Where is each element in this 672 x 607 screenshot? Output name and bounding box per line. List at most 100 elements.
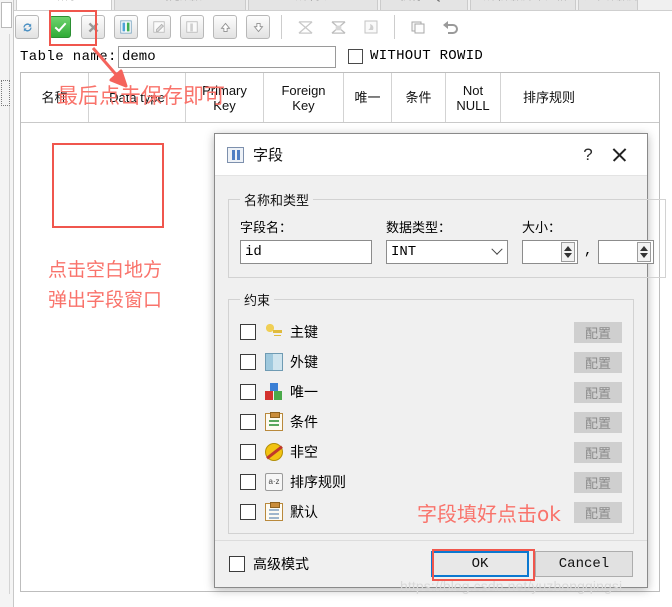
- toolbar-separator-2: [394, 15, 395, 39]
- tab-edit-cell-label: 编辑数据库单元格: [479, 0, 567, 2]
- dock-divider: [9, 34, 10, 594]
- move-down-icon[interactable]: [246, 15, 270, 39]
- not-null-label: 非空: [290, 444, 318, 460]
- default-clipboard-icon: [265, 502, 283, 521]
- size-value1-arrows[interactable]: [561, 242, 575, 262]
- dialog-title-bar: 字段 ?: [215, 134, 647, 176]
- size-value1-stepper[interactable]: [522, 240, 578, 264]
- without-rowid-group[interactable]: WITHOUT ROWID: [348, 48, 483, 64]
- remove-field-icon[interactable]: [180, 15, 204, 39]
- check-configure-button[interactable]: 配置: [574, 411, 622, 433]
- column-header-collation[interactable]: 排序规则: [501, 73, 597, 122]
- column-header-foreign-key[interactable]: Foreign Key: [264, 73, 344, 122]
- data-type-label: 数据类型：: [386, 220, 452, 235]
- collation-checkbox[interactable]: [240, 474, 256, 490]
- collation-az-icon: a·z: [265, 473, 283, 491]
- column-header-unique[interactable]: 唯一: [344, 73, 392, 122]
- tab-structure[interactable]: 结构: [16, 0, 112, 10]
- advanced-mode-checkbox[interactable]: [229, 556, 245, 572]
- foreign-key-checkbox[interactable]: [240, 354, 256, 370]
- close-icon[interactable]: [601, 140, 635, 170]
- key-icon: [265, 323, 283, 341]
- tab-execute-sql[interactable]: 执行 SQL: [380, 0, 468, 10]
- tab-edit-pragmas-label: 编辑杂注: [291, 0, 335, 2]
- copy-icon[interactable]: [406, 15, 430, 39]
- table-name-label: Table name:: [20, 49, 117, 65]
- chevron-down-icon: [491, 243, 503, 255]
- advanced-mode-group[interactable]: 高级模式: [229, 554, 309, 574]
- table-name-input[interactable]: demo: [118, 46, 336, 68]
- constraint-row-unique[interactable]: 唯一 配置: [240, 377, 622, 407]
- tab-structure-label: 结构: [53, 0, 75, 2]
- annotation-save-note: 最后点击保存即可: [57, 84, 225, 108]
- primary-key-checkbox[interactable]: [240, 324, 256, 340]
- structure-toolbar: [15, 12, 672, 42]
- delete-index-icon: [293, 15, 317, 39]
- print-icon: [359, 15, 383, 39]
- tab-edit-pragmas[interactable]: 编辑杂注: [248, 0, 378, 10]
- name-and-type-legend: 名称和类型: [244, 193, 310, 208]
- column-header-check[interactable]: 条件: [392, 73, 446, 122]
- toolbar-separator-1: [281, 15, 282, 39]
- refresh-icon[interactable]: [15, 15, 39, 39]
- constraint-row-check[interactable]: 条件 配置: [240, 407, 622, 437]
- help-button[interactable]: ?: [575, 145, 601, 165]
- default-configure-button[interactable]: 配置: [574, 501, 622, 523]
- check-label: 条件: [290, 414, 318, 430]
- collation-label: 排序规则: [290, 474, 346, 490]
- columns-icon: [227, 146, 244, 163]
- check-checkbox[interactable]: [240, 414, 256, 430]
- not-null-icon: [265, 443, 283, 461]
- table-name-row: Table name: demo WITHOUT ROWID: [20, 46, 660, 70]
- default-checkbox[interactable]: [240, 504, 256, 520]
- tab-remote-db[interactable]: 远程数据库: [578, 0, 638, 10]
- move-up-icon[interactable]: [213, 15, 237, 39]
- add-field-icon[interactable]: [114, 15, 138, 39]
- annotation-empty-area-note-1: 点击空白地方: [48, 259, 163, 281]
- data-type-select[interactable]: INT: [386, 240, 508, 264]
- cancel-button[interactable]: Cancel: [535, 551, 633, 577]
- tab-strip: 结构 浏览数据 编辑杂注 执行 SQL 编辑数据库单元格 远程数据库: [0, 0, 672, 11]
- constraints-legend: 约束: [244, 293, 271, 308]
- constraint-row-primary-key[interactable]: 主键 配置: [240, 317, 622, 347]
- size-value2-arrows[interactable]: [637, 242, 652, 262]
- data-type-value: INT: [391, 244, 417, 260]
- primary-key-label: 主键: [290, 324, 318, 340]
- unique-configure-button[interactable]: 配置: [574, 381, 622, 403]
- size-group: 大小： ,: [522, 217, 655, 264]
- size-label: 大小：: [522, 220, 562, 235]
- watermark: https://blog.csdn.net/yuzhongqingsi: [400, 578, 623, 594]
- collation-configure-button[interactable]: 配置: [574, 471, 622, 493]
- not-null-configure-button[interactable]: 配置: [574, 441, 622, 463]
- annotation-empty-area-note-2: 弹出字段窗口: [48, 289, 163, 311]
- tab-browse-data[interactable]: 浏览数据: [114, 0, 246, 10]
- tab-edit-cell[interactable]: 编辑数据库单元格: [470, 0, 576, 10]
- unique-label: 唯一: [290, 384, 318, 400]
- without-rowid-checkbox[interactable]: [348, 48, 363, 64]
- column-header-not-null[interactable]: Not NULL: [446, 73, 501, 122]
- name-and-type-group: 名称和类型 字段名： id 数据类型： INT 大小： ,: [228, 190, 667, 278]
- annotation-ok-note: 字段填好点击ok: [417, 502, 561, 526]
- not-null-checkbox[interactable]: [240, 444, 256, 460]
- annotation-box-ok-button: [432, 549, 535, 581]
- size-value2-stepper[interactable]: [598, 240, 655, 264]
- splitter-handle[interactable]: [1, 80, 10, 106]
- unique-blocks-icon: [265, 383, 283, 401]
- foreign-key-label: 外键: [290, 354, 318, 370]
- dialog-body: 名称和类型 字段名： id 数据类型： INT 大小： , 约束 主键 配置 外…: [215, 176, 667, 534]
- constraint-row-not-null[interactable]: 非空 配置: [240, 437, 622, 467]
- field-name-input[interactable]: id: [240, 240, 372, 264]
- unique-checkbox[interactable]: [240, 384, 256, 400]
- primary-key-configure-button[interactable]: 配置: [574, 321, 622, 343]
- check-clipboard-icon: [265, 412, 283, 431]
- undo-icon[interactable]: [439, 15, 463, 39]
- constraint-row-collation[interactable]: a·z 排序规则 配置: [240, 467, 622, 497]
- left-dock-strip: [0, 0, 14, 607]
- edit-field-icon[interactable]: [147, 15, 171, 39]
- default-label: 默认: [290, 504, 318, 520]
- annotation-box-empty-area: [52, 143, 164, 228]
- constraint-row-foreign-key[interactable]: 外键 配置: [240, 347, 622, 377]
- field-name-label: 字段名：: [240, 220, 293, 235]
- foreign-key-configure-button[interactable]: 配置: [574, 351, 622, 373]
- foreign-key-icon: [265, 353, 283, 371]
